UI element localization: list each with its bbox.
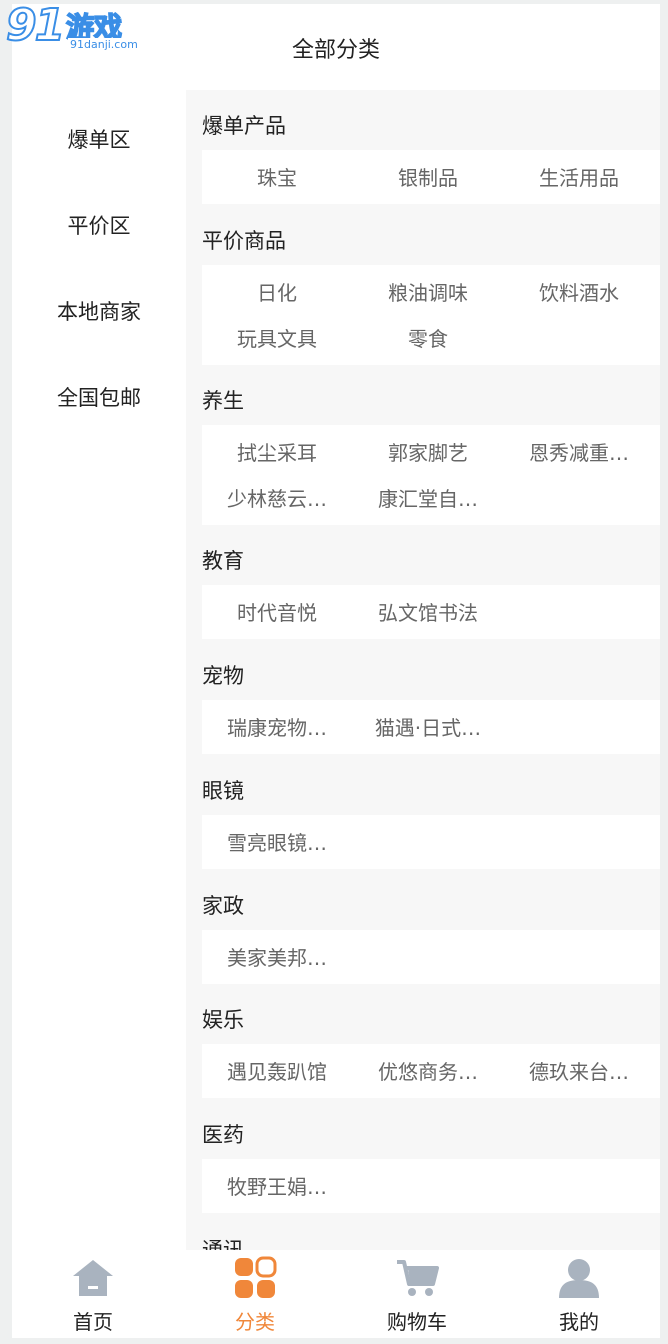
- tab-cart[interactable]: 购物车: [336, 1250, 498, 1338]
- watermark-number: 91: [5, 0, 66, 52]
- sidebar-item-budget[interactable]: 平价区: [12, 210, 186, 240]
- sidebar-item-hot[interactable]: 爆单区: [12, 124, 186, 154]
- section-title: 通讯: [202, 1238, 244, 1250]
- section-title: 平价商品: [202, 229, 286, 253]
- category-chip[interactable]: 玩具文具: [202, 323, 352, 352]
- section-items: 牧野王娟…: [202, 1159, 660, 1213]
- category-content: 爆单产品 珠宝 银制品 生活用品 平价商品 日化 粮油调味 饮料酒水 玩具文具 …: [186, 90, 660, 1250]
- category-chip[interactable]: 美家美邦…: [202, 942, 352, 971]
- tab-label: 购物车: [387, 1310, 447, 1334]
- section-title: 爆单产品: [202, 114, 286, 138]
- category-chip[interactable]: 牧野王娟…: [202, 1171, 352, 1200]
- tab-home[interactable]: 首页: [12, 1250, 174, 1338]
- section-items: 日化 粮油调味 饮料酒水 玩具文具 零食: [202, 265, 660, 365]
- sidebar-item-local[interactable]: 本地商家: [12, 296, 186, 326]
- sidebar-item-free-shipping[interactable]: 全国包邮: [12, 382, 186, 412]
- section-items: 拭尘采耳 郭家脚艺 恩秀减重… 少林慈云… 康汇堂自…: [202, 425, 660, 525]
- category-icon: [235, 1256, 277, 1298]
- user-icon: [559, 1259, 599, 1298]
- category-chip[interactable]: 弘文馆书法: [353, 597, 503, 626]
- category-chip[interactable]: 瑞康宠物…: [202, 712, 352, 741]
- section-items: 遇见轰趴馆 优悠商务… 德玖来台…: [202, 1044, 660, 1098]
- category-chip[interactable]: 粮油调味: [353, 277, 503, 306]
- category-chip[interactable]: 时代音悦: [202, 597, 352, 626]
- section-title: 医药: [202, 1123, 244, 1147]
- tab-profile[interactable]: 我的: [498, 1250, 660, 1338]
- cart-icon: [397, 1260, 439, 1296]
- category-chip[interactable]: 少林慈云…: [202, 483, 352, 512]
- section-title: 眼镜: [202, 779, 244, 803]
- category-chip[interactable]: 零食: [353, 323, 503, 352]
- tab-category[interactable]: 分类: [174, 1250, 336, 1338]
- category-chip[interactable]: 饮料酒水: [504, 277, 654, 306]
- category-chip[interactable]: 遇见轰趴馆: [202, 1056, 352, 1085]
- watermark-url: 91danji.com: [68, 38, 140, 51]
- category-chip[interactable]: 猫遇·日式…: [353, 712, 503, 741]
- category-chip[interactable]: 德玖来台…: [504, 1056, 654, 1085]
- category-chip[interactable]: 郭家脚艺: [353, 437, 503, 466]
- screen-frame: 91 游戏 91danji.com 全部分类 爆单区 平价区 本地商家 全国包邮…: [0, 0, 668, 1344]
- section-items: 瑞康宠物… 猫遇·日式…: [202, 700, 660, 754]
- category-chip[interactable]: 康汇堂自…: [353, 483, 503, 512]
- category-chip[interactable]: 日化: [202, 277, 352, 306]
- section-title: 娱乐: [202, 1008, 244, 1032]
- category-chip[interactable]: 恩秀减重…: [504, 437, 654, 466]
- bottom-tab-bar: 首页 分类 购物车 我的: [12, 1250, 660, 1338]
- watermark-logo: 91 游戏 91danji.com: [2, 0, 140, 52]
- section-title: 教育: [202, 549, 244, 573]
- section-title: 家政: [202, 894, 244, 918]
- home-icon: [73, 1260, 113, 1296]
- section-items: 珠宝 银制品 生活用品: [202, 150, 660, 204]
- tab-label: 首页: [73, 1310, 113, 1334]
- category-chip[interactable]: 优悠商务…: [353, 1056, 503, 1085]
- category-chip[interactable]: 拭尘采耳: [202, 437, 352, 466]
- tab-label: 我的: [559, 1310, 599, 1334]
- category-chip[interactable]: 珠宝: [202, 162, 352, 191]
- category-chip[interactable]: 银制品: [353, 162, 503, 191]
- app-screen: 全部分类 爆单区 平价区 本地商家 全国包邮 爆单产品 珠宝 银制品 生活用品 …: [12, 4, 660, 1338]
- category-chip[interactable]: 生活用品: [504, 162, 654, 191]
- category-chip[interactable]: 雪亮眼镜…: [202, 827, 352, 856]
- section-items: 雪亮眼镜…: [202, 815, 660, 869]
- category-sidebar: 爆单区 平价区 本地商家 全国包邮: [12, 90, 186, 1250]
- section-items: 时代音悦 弘文馆书法: [202, 585, 660, 639]
- section-items: 美家美邦…: [202, 930, 660, 984]
- tab-label: 分类: [235, 1310, 275, 1334]
- section-title: 养生: [202, 389, 244, 413]
- section-title: 宠物: [202, 664, 244, 688]
